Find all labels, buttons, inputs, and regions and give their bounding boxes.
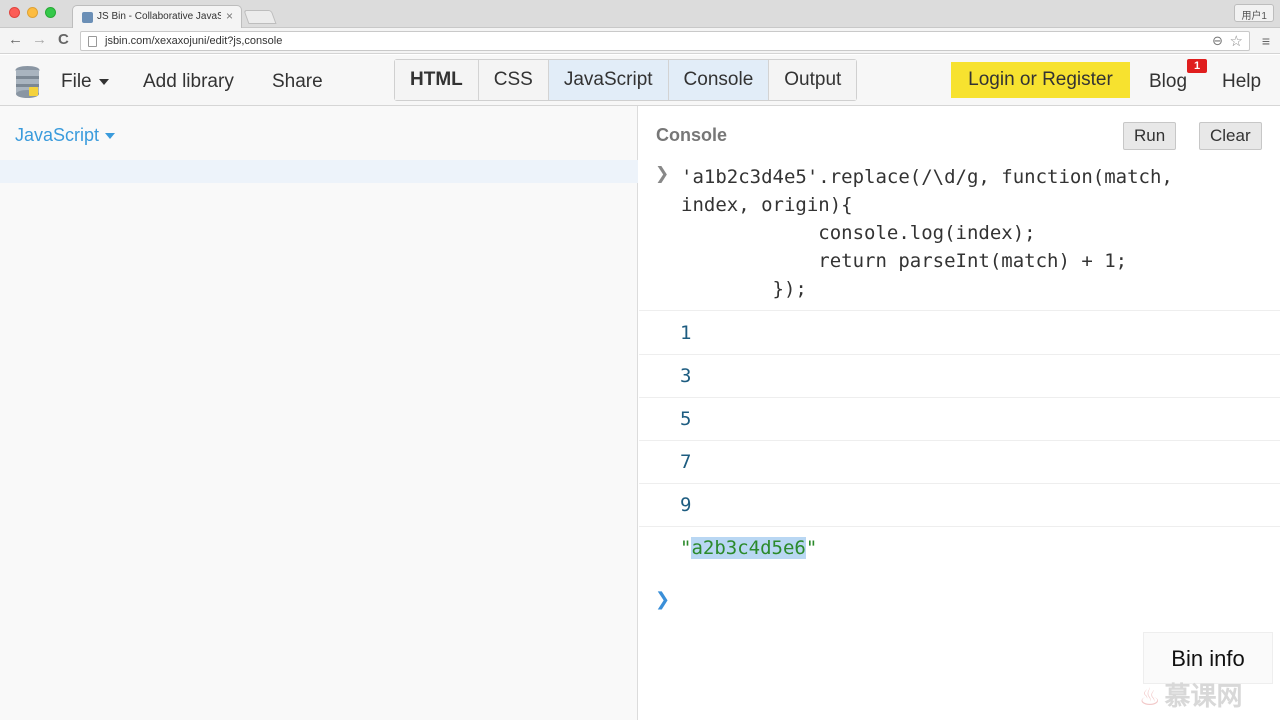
add-library-button[interactable]: Add library xyxy=(143,71,234,93)
chevron-down-icon xyxy=(105,133,116,140)
console-code-line: }); xyxy=(681,278,807,300)
console-output-line: 3 xyxy=(680,365,692,387)
panel-toggle-group: HTML CSS JavaScript Console Output xyxy=(394,59,858,101)
url-input[interactable]: jsbin.com/xexaxojuni/edit?js,console ⊖ ☆ xyxy=(80,31,1250,51)
close-window-button[interactable] xyxy=(9,7,20,18)
help-link[interactable]: Help xyxy=(1222,71,1261,93)
tab-javascript[interactable]: JavaScript xyxy=(548,60,669,100)
new-tab-button[interactable] xyxy=(243,10,277,24)
file-menu-label: File xyxy=(61,71,92,92)
console-divider xyxy=(639,310,1280,311)
console-output-line: 1 xyxy=(680,322,692,344)
maximize-window-button[interactable] xyxy=(45,7,56,18)
reload-icon[interactable]: C xyxy=(58,32,69,48)
console-code-line: index, origin){ xyxy=(681,194,853,216)
clear-button[interactable]: Clear xyxy=(1199,122,1262,150)
console-code-line: 'a1b2c3d4e5'.replace(/\d/g, function(mat… xyxy=(681,166,1173,188)
browser-menu-icon[interactable]: ≡ xyxy=(1262,33,1270,49)
url-text[interactable]: jsbin.com/xexaxojuni/edit?js,console xyxy=(105,35,282,47)
browser-tab-jsbin[interactable]: JS Bin - Collaborative JavaScript Debugg… xyxy=(72,5,242,28)
chevron-right-icon: ❯ xyxy=(655,164,670,183)
console-divider xyxy=(639,526,1280,527)
console-output-line: 5 xyxy=(680,408,692,430)
result-selected-text[interactable]: a2b3c4d5e6 xyxy=(691,537,806,559)
zoom-icon[interactable]: ⊖ xyxy=(1212,33,1223,49)
javascript-editor-pane[interactable]: JavaScript xyxy=(0,106,638,720)
watermark-text: 慕课网 xyxy=(1164,681,1243,711)
run-button[interactable]: Run xyxy=(1123,122,1177,150)
editor-active-line[interactable] xyxy=(0,160,638,183)
console-output-line: 9 xyxy=(680,494,692,516)
javascript-panel-label: JavaScript xyxy=(15,125,100,145)
console-code-line: console.log(index); xyxy=(681,222,1036,244)
tab-html[interactable]: HTML xyxy=(395,60,479,100)
result-open-quote: " xyxy=(680,537,692,559)
tab-css[interactable]: CSS xyxy=(478,60,549,100)
console-result-string[interactable]: "a2b3c4d5e6" xyxy=(680,537,817,559)
login-register-button[interactable]: Login or Register xyxy=(951,62,1130,98)
blog-link[interactable]: Blog xyxy=(1149,71,1187,93)
jsbin-toolbar: File Add library Share HTML CSS JavaScri… xyxy=(0,55,1280,106)
browser-user-badge[interactable]: 用户1 xyxy=(1234,4,1274,22)
console-input-prompt[interactable]: ❯ xyxy=(655,589,670,610)
console-title: Console xyxy=(656,125,728,145)
console-divider xyxy=(639,354,1280,355)
result-close-quote: " xyxy=(805,537,818,559)
tab-close-icon[interactable]: × xyxy=(226,9,233,23)
back-arrow-icon[interactable]: ← xyxy=(8,32,23,48)
watermark-logo: ♨ 慕课网 xyxy=(1139,676,1243,713)
bookmark-star-icon[interactable]: ☆ xyxy=(1230,32,1243,50)
page-icon xyxy=(88,36,97,47)
tab-console[interactable]: Console xyxy=(668,60,770,100)
console-divider xyxy=(639,440,1280,441)
console-divider xyxy=(639,483,1280,484)
console-pane: Console Run Clear ❯ 'a1b2c3d4e5'.replace… xyxy=(639,106,1280,720)
browser-address-bar: ← → C jsbin.com/xexaxojuni/edit?js,conso… xyxy=(0,28,1280,54)
console-code-line: return parseInt(match) + 1; xyxy=(681,250,1128,272)
tab-output[interactable]: Output xyxy=(769,60,857,100)
jsbin-favicon-icon xyxy=(82,12,93,23)
blog-notification-badge: 1 xyxy=(1187,59,1207,73)
chevron-down-icon xyxy=(98,78,109,85)
browser-tab-strip: JS Bin - Collaborative JavaScript Debugg… xyxy=(0,0,1280,28)
javascript-panel-menu[interactable]: JavaScript xyxy=(15,125,116,146)
share-button[interactable]: Share xyxy=(272,71,323,93)
jsbin-logo-icon[interactable] xyxy=(13,65,42,98)
minimize-window-button[interactable] xyxy=(27,7,38,18)
tab-title: JS Bin - Collaborative JavaScript Debugg… xyxy=(97,11,221,22)
forward-arrow-icon[interactable]: → xyxy=(32,32,47,48)
flame-icon: ♨ xyxy=(1139,684,1161,711)
file-menu[interactable]: File xyxy=(61,71,109,93)
console-divider xyxy=(639,397,1280,398)
console-output-line: 7 xyxy=(680,451,692,473)
